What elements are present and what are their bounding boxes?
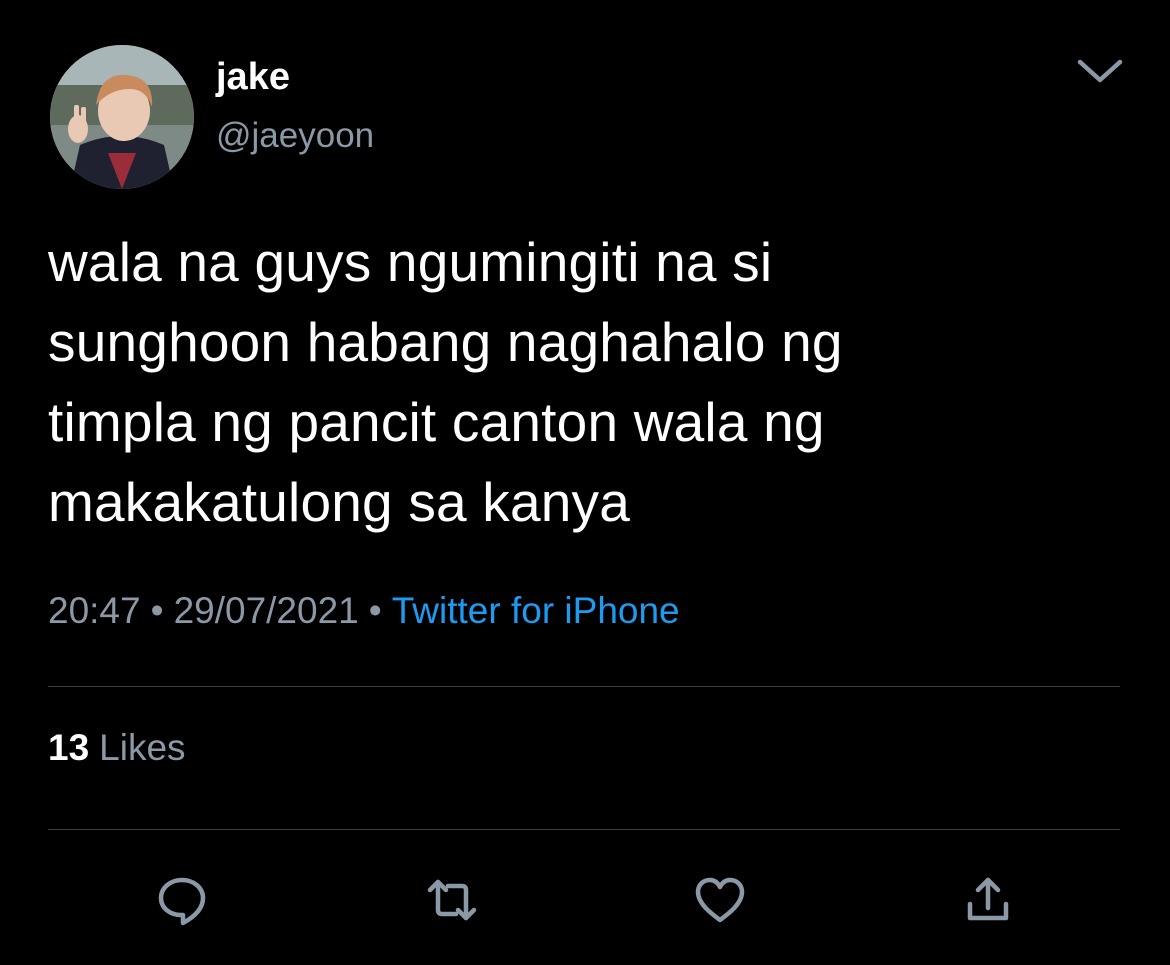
likes-stat[interactable]: 13 Likes [48, 724, 186, 772]
likes-count: 13 [48, 727, 90, 768]
share-icon[interactable] [958, 870, 1018, 930]
retweet-icon[interactable] [422, 870, 482, 930]
tweet-meta: 20:47 • 29/07/2021 • Twitter for iPhone [48, 587, 680, 635]
avatar-image [50, 45, 194, 189]
likes-label: Likes [99, 727, 186, 768]
heart-icon[interactable] [690, 870, 750, 930]
meta-separator: • [368, 590, 382, 631]
tweet-detail: jake @jaeyoon wala na guys ngumingiti na… [0, 0, 1170, 965]
tweet-date[interactable]: 29/07/2021 [174, 590, 359, 631]
meta-separator: • [150, 590, 164, 631]
divider [48, 686, 1120, 687]
tweet-source-link[interactable]: Twitter for iPhone [392, 590, 680, 631]
tweet-time: 20:47 [48, 590, 141, 631]
tweet-text: wala na guys ngumingiti na si sunghoon h… [48, 231, 843, 533]
reply-icon[interactable] [152, 870, 212, 930]
avatar[interactable] [50, 45, 194, 189]
divider [48, 829, 1120, 830]
display-name[interactable]: jake [216, 54, 290, 100]
user-handle[interactable]: @jaeyoon [216, 114, 374, 158]
chevron-down-icon[interactable] [1072, 52, 1128, 92]
